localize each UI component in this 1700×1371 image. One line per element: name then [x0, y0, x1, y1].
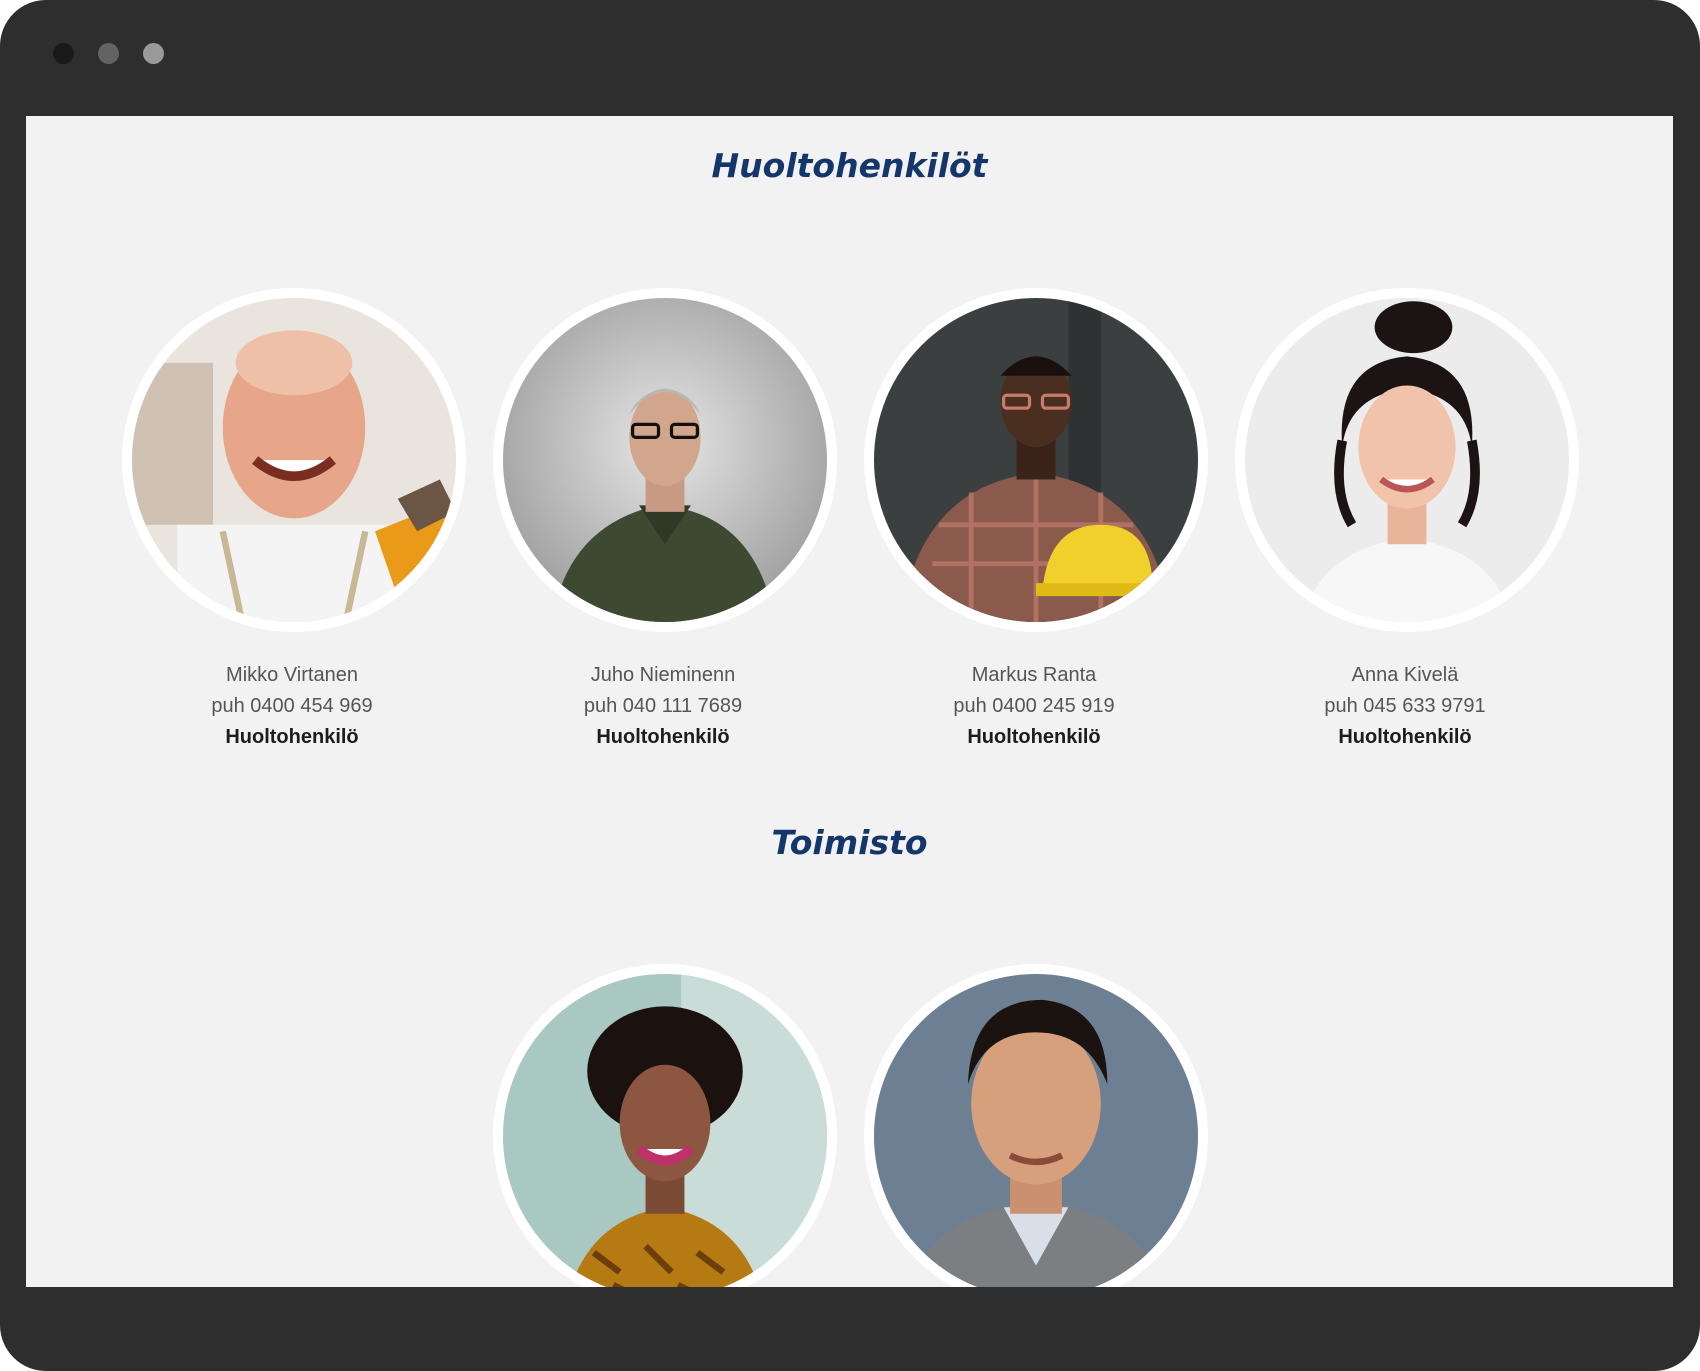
photo-woman-smiling-icon	[1245, 298, 1569, 622]
person-role: Huoltohenkilö	[967, 726, 1101, 748]
maximize-dot-icon[interactable]	[143, 43, 164, 64]
person-info: Anna Kivelä puh 045 633 9791 Huoltohenki…	[1235, 660, 1575, 753]
section-title-huoltohenkilot: Huoltohenkilöt	[711, 146, 988, 185]
person-role: Huoltohenkilö	[225, 726, 359, 748]
person-role: Huoltohenkilö	[596, 726, 730, 748]
photo-worker-smiling-icon	[132, 298, 456, 622]
person-card: Mikko Virtanen puh 0400 454 969 Huoltohe…	[122, 288, 466, 753]
avatar-photo	[864, 288, 1208, 632]
avatar-photo	[864, 964, 1208, 1287]
avatar-photo	[493, 964, 837, 1287]
person-card: Juho Nieminenn puh 040 111 7689 Huoltohe…	[493, 288, 837, 753]
photo-worker-hardhat-icon	[874, 298, 1198, 622]
photo-man-portrait-icon	[874, 974, 1198, 1287]
minimize-dot-icon[interactable]	[98, 43, 119, 64]
page-viewport: Huoltohenkilöt Mikko Virtanen puh 0400 4…	[26, 116, 1673, 1287]
person-name: Juho Nieminenn	[590, 664, 736, 686]
photo-man-glasses-icon	[503, 298, 827, 622]
avatar-photo	[1235, 288, 1579, 632]
person-card: Anna Kivelä puh 045 633 9791 Huoltohenki…	[1235, 288, 1579, 753]
person-info: Mikko Virtanen puh 0400 454 969 Huoltohe…	[122, 660, 462, 753]
person-name: Anna Kivelä	[1351, 664, 1459, 686]
window-controls	[53, 43, 164, 64]
person-name: Mikko Virtanen	[226, 664, 358, 686]
person-name: Markus Ranta	[971, 664, 1097, 686]
person-phone[interactable]: puh 0400 454 969	[122, 691, 462, 722]
photo-woman-curly-hair-icon	[503, 974, 827, 1287]
person-phone[interactable]: puh 0400 245 919	[864, 691, 1204, 722]
avatar-photo	[122, 288, 466, 632]
person-phone[interactable]: puh 040 111 7689	[493, 691, 833, 722]
person-info: Markus Ranta puh 0400 245 919 Huoltohenk…	[864, 660, 1204, 753]
avatar-photo	[493, 288, 837, 632]
person-card: Markus Ranta puh 0400 245 919 Huoltohenk…	[864, 288, 1208, 753]
close-dot-icon[interactable]	[53, 43, 74, 64]
person-card	[493, 964, 837, 1287]
person-role: Huoltohenkilö	[1338, 726, 1472, 748]
person-info: Juho Nieminenn puh 040 111 7689 Huoltohe…	[493, 660, 833, 753]
section-title-toimisto: Toimisto	[771, 823, 928, 862]
browser-window: Huoltohenkilöt Mikko Virtanen puh 0400 4…	[0, 0, 1700, 1371]
person-phone[interactable]: puh 045 633 9791	[1235, 691, 1575, 722]
person-card	[864, 964, 1208, 1287]
